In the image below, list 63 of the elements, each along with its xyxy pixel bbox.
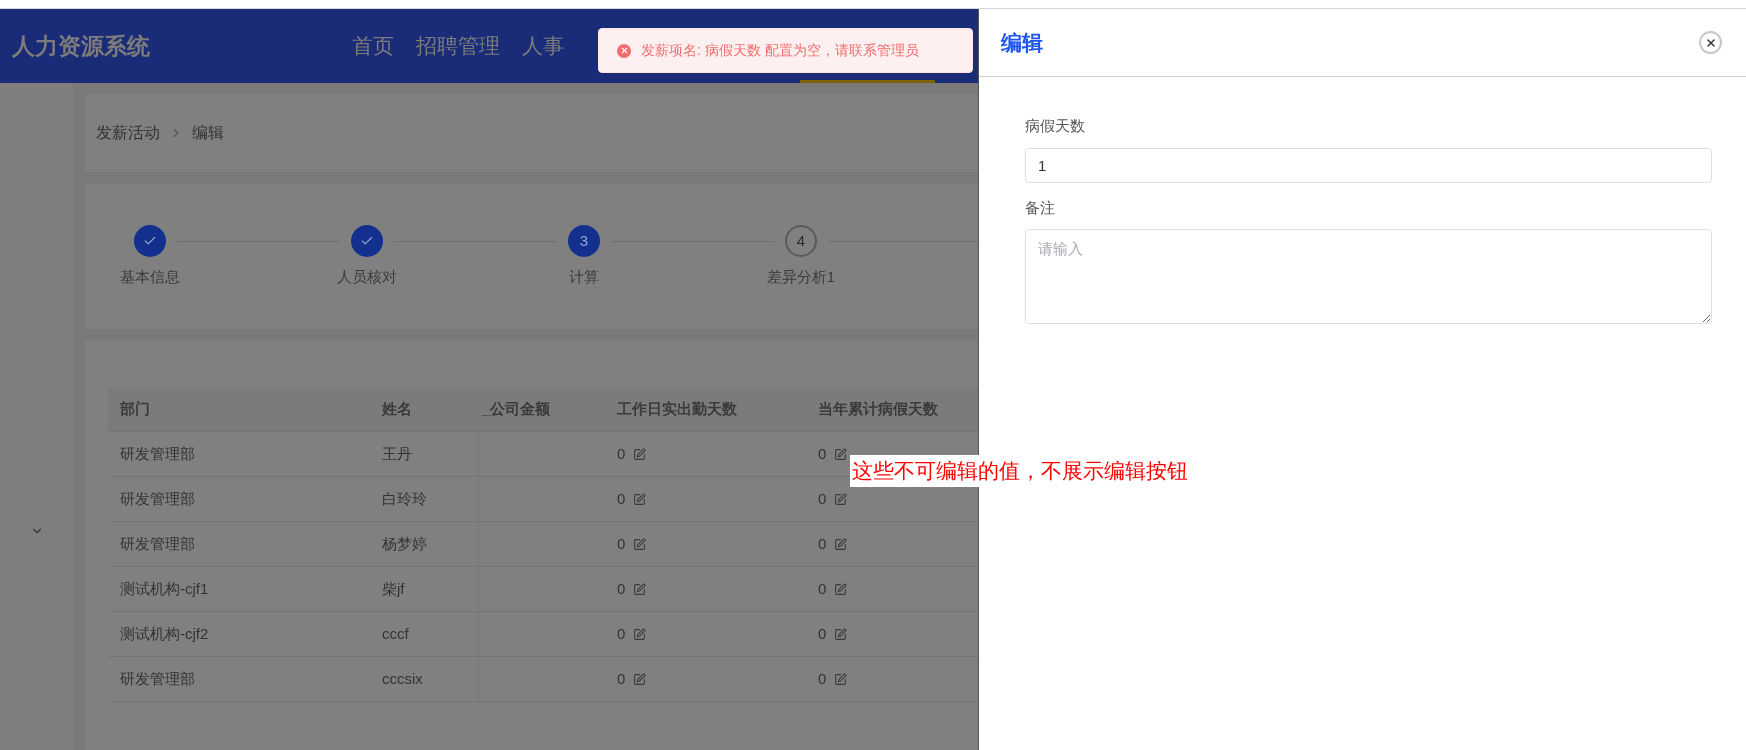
- cell-value: 0: [818, 533, 827, 554]
- step-label: 基本信息: [120, 267, 180, 287]
- field-label: 备注: [1025, 197, 1056, 218]
- cell-value: 0: [617, 533, 626, 554]
- edit-icon[interactable]: [633, 582, 647, 596]
- app-title: 人力资源系统: [12, 31, 151, 61]
- edit-icon[interactable]: [633, 627, 647, 641]
- table-cell: 测试机构-cjf2: [120, 624, 209, 642]
- edit-icon[interactable]: [834, 447, 848, 461]
- cell-value: 0: [818, 623, 827, 644]
- edit-icon[interactable]: [834, 627, 848, 641]
- edit-icon[interactable]: [834, 492, 848, 506]
- edit-icon[interactable]: [633, 492, 647, 506]
- table-cell: cccsix: [382, 669, 423, 687]
- table-cell: 研发管理部: [120, 534, 195, 552]
- table-cell: 王丹: [382, 444, 412, 462]
- close-icon: [1704, 36, 1717, 49]
- step-label: 计算: [569, 267, 599, 287]
- cell-value: 0: [818, 443, 827, 464]
- column-header: _公司金额: [482, 399, 551, 417]
- field-label: 病假天数: [1025, 116, 1086, 136]
- edit-icon[interactable]: [633, 672, 647, 686]
- cell-value: 0: [617, 488, 626, 509]
- step-number: 4: [785, 225, 817, 257]
- cell-value: 0: [617, 443, 626, 464]
- cell-value: 0: [617, 623, 626, 644]
- table-cell: 研发管理部: [120, 444, 195, 462]
- error-icon: [617, 43, 631, 58]
- column-header: 当年累计病假天数: [818, 399, 938, 417]
- edit-icon[interactable]: [834, 537, 848, 551]
- close-button[interactable]: [1699, 31, 1722, 54]
- cell-value: 0: [818, 488, 827, 509]
- nav-tab[interactable]: 首页: [352, 30, 394, 62]
- column-header: 工作日实出勤天数: [617, 399, 737, 417]
- table-cell: cccf: [382, 624, 409, 642]
- nav-tab[interactable]: 人事: [522, 30, 564, 62]
- breadcrumb-item: 编辑: [192, 123, 224, 143]
- table-cell: 研发管理部: [120, 669, 195, 687]
- edit-icon[interactable]: [834, 672, 848, 686]
- table-cell: 杨梦婷: [382, 534, 427, 552]
- toast-message: 发薪项名: 病假天数 配置为空，请联系管理员: [641, 41, 919, 60]
- annotation-text: 这些不可编辑的值，不展示编辑按钮: [850, 455, 1190, 487]
- cell-value: 0: [818, 578, 827, 599]
- table-cell: 柴jf: [382, 579, 405, 597]
- step-label: 人员核对: [337, 267, 397, 287]
- input-field[interactable]: 1: [1025, 147, 1712, 183]
- nav-tab[interactable]: 招聘管理: [416, 30, 500, 62]
- table-cell: 研发管理部: [120, 489, 195, 507]
- edit-icon[interactable]: [633, 447, 647, 461]
- cell-value: 0: [818, 668, 827, 689]
- step-label: 差异分析1: [766, 267, 836, 287]
- text-area[interactable]: 请输入: [1025, 229, 1712, 324]
- edit-icon[interactable]: [834, 582, 848, 596]
- breadcrumb-item[interactable]: 发薪活动: [96, 121, 160, 145]
- drawer-title: 编辑: [1001, 29, 1043, 56]
- table-cell: 测试机构-cjf1: [120, 579, 209, 597]
- column-header: 姓名: [382, 399, 412, 417]
- column-header: 部门: [120, 399, 150, 417]
- edit-icon[interactable]: [633, 537, 647, 551]
- cell-value: 0: [617, 668, 626, 689]
- table-cell: 白玲玲: [382, 489, 427, 507]
- step-number: 3: [568, 225, 600, 257]
- cell-value: 0: [617, 578, 626, 599]
